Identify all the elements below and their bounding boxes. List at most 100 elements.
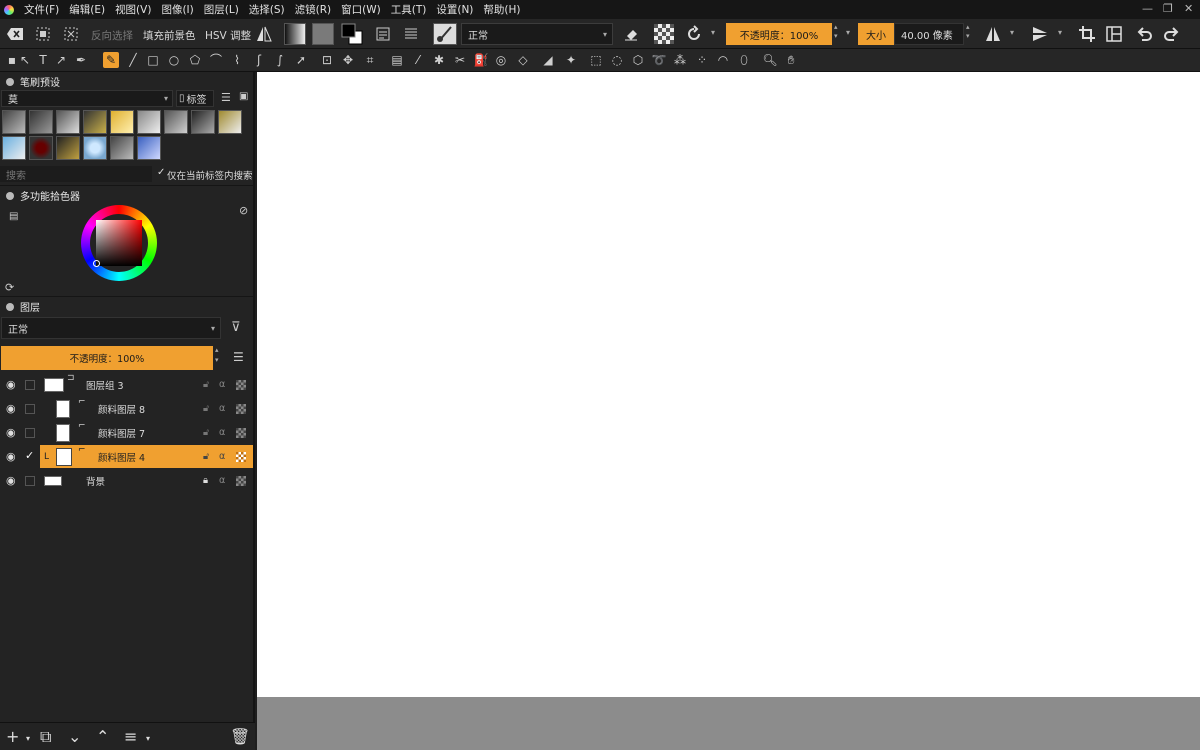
brush-preset-item[interactable] bbox=[164, 110, 188, 134]
alpha-lock-icon[interactable]: α bbox=[219, 427, 225, 438]
inherit-alpha-icon[interactable] bbox=[236, 403, 246, 414]
polygon-tool-icon[interactable]: ⬠ bbox=[187, 52, 203, 68]
menu-window[interactable]: 窗口(W) bbox=[336, 2, 386, 17]
list-view-icon[interactable]: ☰ bbox=[221, 91, 231, 104]
gradient-tool-icon[interactable]: ▤ bbox=[389, 52, 405, 68]
layer-blend-select[interactable]: 正常 ▾ bbox=[1, 317, 221, 339]
color-settings-icon[interactable]: ▤ bbox=[9, 211, 18, 222]
brush-preset-item[interactable] bbox=[218, 110, 242, 134]
brush-preset-item[interactable] bbox=[83, 110, 107, 134]
bezier-select-tool-icon[interactable]: ◠ bbox=[715, 52, 731, 68]
refresh-icon[interactable]: ⟳ bbox=[5, 281, 14, 294]
search-in-tag-checkbox[interactable]: ✓ bbox=[157, 167, 165, 178]
layer-select-checkbox[interactable] bbox=[25, 427, 35, 438]
rect-select-tool-icon[interactable]: ⬚ bbox=[588, 52, 604, 68]
menu-settings[interactable]: 设置(N) bbox=[431, 2, 478, 17]
layout-icon[interactable] bbox=[1104, 24, 1124, 44]
brush-preset-icon[interactable] bbox=[433, 23, 457, 45]
layer-row-active[interactable]: L ⌐ 颜料图层 4 🔓︎ α bbox=[40, 445, 253, 468]
brush-preset-item[interactable] bbox=[2, 136, 26, 160]
duplicate-layer-icon[interactable]: ⧉ bbox=[40, 727, 51, 747]
mirror-dropdown-icon[interactable]: ▾ bbox=[1010, 28, 1014, 37]
ellipse-select-tool-icon[interactable]: ◌ bbox=[609, 52, 625, 68]
lasso-select-tool-icon[interactable]: ➰ bbox=[651, 52, 667, 68]
reset-icon[interactable] bbox=[684, 24, 704, 44]
polygon-select-tool-icon[interactable]: ⬡ bbox=[630, 52, 646, 68]
layer-properties-icon[interactable]: ≡ bbox=[124, 727, 137, 746]
layer-select-checkbox-checked[interactable]: ✓ bbox=[25, 449, 34, 462]
brush-preset-item[interactable] bbox=[56, 136, 80, 160]
size-stepper-icon[interactable]: ▴ ▾ bbox=[966, 23, 970, 41]
assistant-tool-icon[interactable]: ✱ bbox=[431, 52, 447, 68]
layer-row[interactable]: ◉ ⌐ 颜料图层 8 🔓︎ α bbox=[0, 397, 253, 420]
tag-button[interactable]: ▯ 标签 bbox=[176, 90, 214, 107]
brush-preset-item[interactable] bbox=[56, 110, 80, 134]
menu-view[interactable]: 视图(V) bbox=[110, 2, 156, 17]
vmirror-dropdown-icon[interactable]: ▾ bbox=[1058, 28, 1062, 37]
layer-select-checkbox[interactable] bbox=[25, 379, 35, 390]
ellipse-tool-icon[interactable]: ○ bbox=[166, 52, 182, 68]
brush-tool-icon[interactable]: ✎ bbox=[103, 52, 119, 68]
layer-select-checkbox[interactable] bbox=[25, 475, 35, 486]
alpha-lock-icon[interactable]: α bbox=[219, 403, 225, 414]
blend-mode-select[interactable]: 正常 ▾ bbox=[461, 23, 613, 45]
undo-icon[interactable] bbox=[1134, 24, 1154, 44]
layer-row[interactable]: ◉ 背景 🔒︎ α bbox=[0, 469, 253, 492]
clear-color-history-icon[interactable]: ⊘ bbox=[239, 204, 248, 217]
brush-preset-item[interactable] bbox=[29, 136, 53, 160]
inherit-alpha-icon[interactable] bbox=[236, 427, 246, 438]
eraser-icon[interactable] bbox=[622, 25, 640, 43]
deselect-icon[interactable] bbox=[6, 26, 24, 42]
opacity-slider[interactable]: 不透明度：100% bbox=[726, 23, 832, 45]
menu-file[interactable]: 文件(F) bbox=[19, 2, 64, 17]
transparency-lock-icon[interactable] bbox=[654, 24, 674, 44]
layer-opacity-stepper-icon[interactable]: ▴ ▾ bbox=[215, 345, 219, 365]
calligraphy-tool-icon[interactable]: ✒ bbox=[73, 52, 89, 68]
color-picker-tool-icon[interactable]: ⁄ bbox=[410, 52, 426, 68]
color-picker-handle[interactable] bbox=[93, 260, 100, 267]
panel-menu-icon[interactable]: ▣ bbox=[239, 91, 248, 102]
lock-icon[interactable]: 🔓︎ bbox=[203, 379, 209, 390]
brush-preset-item[interactable] bbox=[110, 110, 134, 134]
fill-foreground-button[interactable]: 填充前景色 bbox=[143, 28, 196, 43]
menu-help[interactable]: 帮助(H) bbox=[478, 2, 525, 17]
group-expand-icon[interactable]: ⊐ bbox=[67, 373, 75, 383]
transform-tool-icon[interactable]: ⊡ bbox=[319, 52, 335, 68]
saturation-value-square[interactable] bbox=[96, 220, 142, 266]
menu-select[interactable]: 选择(S) bbox=[244, 2, 290, 17]
layer-opacity-slider[interactable]: 不透明度：100% bbox=[1, 346, 213, 370]
redo-icon[interactable] bbox=[1162, 24, 1182, 44]
freehand-path-tool-icon[interactable]: ʃ bbox=[251, 52, 267, 68]
brush-preset-item[interactable] bbox=[83, 136, 107, 160]
brush-preset-item[interactable] bbox=[137, 136, 161, 160]
pin-tool-icon[interactable]: ✦ bbox=[563, 52, 579, 68]
delete-layer-icon[interactable]: 🗑︎ bbox=[230, 727, 250, 746]
smart-patch-tool-icon[interactable]: ✂ bbox=[452, 52, 468, 68]
menu-filter[interactable]: 滤镜(R) bbox=[290, 2, 337, 17]
inherit-alpha-icon[interactable] bbox=[236, 451, 246, 462]
select-tool-icon[interactable]: ↖ bbox=[17, 52, 33, 68]
fg-bg-color-icon[interactable] bbox=[340, 22, 364, 46]
select-all-icon[interactable] bbox=[34, 25, 52, 43]
pattern-icon[interactable] bbox=[402, 25, 420, 43]
opacity-stepper-icon[interactable]: ▴ ▾ bbox=[834, 23, 838, 41]
crop-tool-icon[interactable]: ⌗ bbox=[362, 52, 378, 68]
opacity-dropdown-icon[interactable]: ▾ bbox=[846, 28, 850, 37]
canvas-viewport[interactable] bbox=[257, 72, 1200, 750]
brush-search-input[interactable]: 搜索 bbox=[0, 166, 152, 182]
alpha-lock-icon[interactable]: α bbox=[219, 379, 225, 390]
menu-layer[interactable]: 图层(L) bbox=[199, 2, 244, 17]
clear-selection-icon[interactable] bbox=[62, 25, 80, 43]
similar-select-tool-icon[interactable]: ⁘ bbox=[694, 52, 710, 68]
brush-preset-item[interactable] bbox=[2, 110, 26, 134]
reset-dropdown-icon[interactable]: ▾ bbox=[711, 28, 715, 37]
restore-icon[interactable]: ❐ bbox=[1163, 2, 1173, 15]
crop-icon[interactable] bbox=[1077, 24, 1097, 44]
properties-dropdown-icon[interactable]: ▾ bbox=[146, 734, 150, 743]
vertical-mirror-icon[interactable] bbox=[1030, 24, 1050, 44]
dynamic-brush-tool-icon[interactable]: ∫ bbox=[272, 52, 288, 68]
add-layer-icon[interactable]: + bbox=[6, 727, 19, 746]
inherit-alpha-icon[interactable] bbox=[236, 475, 246, 486]
filter-icon[interactable]: ⊽ bbox=[231, 320, 241, 335]
gradient-swatch[interactable] bbox=[284, 23, 306, 45]
